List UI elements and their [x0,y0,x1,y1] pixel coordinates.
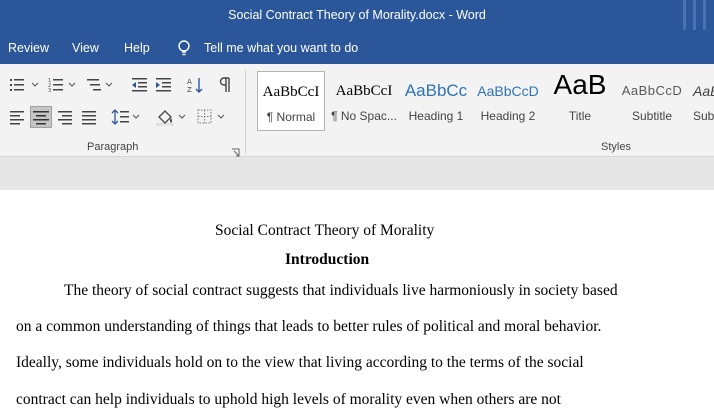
body-line: on a common understanding of things that… [16,318,602,335]
lightbulb-icon [176,39,192,57]
line-spacing-icon[interactable] [111,108,141,126]
titlebar-decoration [683,0,686,30]
style-subtle-emphasis[interactable]: AaB Subt [691,71,714,131]
style-sample: AaBbCcI [335,83,393,99]
ruler-area [0,157,714,190]
styles-gallery: AaBbCcI ¶ Normal AaBbCcI ¶ No Spac... Aa… [255,71,714,133]
styles-group-label: Styles [601,141,631,153]
style-sample: AaB [693,83,714,99]
sort-icon[interactable]: AZ [186,76,206,94]
style-name: ¶ No Spac... [331,109,397,123]
increase-indent-icon[interactable] [154,76,174,94]
style-heading-1[interactable]: AaBbCc Heading 1 [403,71,469,131]
align-right-icon[interactable] [56,108,76,126]
titlebar-decoration [703,0,706,30]
svg-text:A: A [187,78,192,86]
style-name: Subtitle [631,109,673,123]
ribbon-tabs: Review View Help Tell me what you want t… [0,33,714,64]
tab-help[interactable]: Help [124,41,150,55]
decrease-indent-icon[interactable] [130,76,150,94]
titlebar-decoration [693,0,696,30]
tab-review[interactable]: Review [8,41,49,55]
style-name: ¶ Normal [266,110,316,124]
style-sample: AaB [553,71,607,100]
tab-view[interactable]: View [72,41,99,55]
title-bar: Social Contract Theory of Morality.docx … [0,0,714,33]
style-sample: AaBbCc [404,81,468,100]
svg-text:Z: Z [187,86,192,94]
ribbon: 123 AZ Paragraph AaBbCcI ¶ Normal AaBbCc… [0,64,714,157]
style-name: Heading 2 [480,109,536,123]
multilevel-list-icon[interactable] [86,76,116,94]
style-sample: AaBbCcD [477,83,539,99]
align-center-icon[interactable] [30,106,52,128]
numbering-icon[interactable]: 123 [48,76,78,94]
style-title[interactable]: AaB Title [547,71,613,131]
bullets-icon[interactable] [9,76,39,94]
paragraph-group-label: Paragraph [87,141,139,153]
body-line: contract can help individuals to uphold … [16,391,561,408]
dialog-launcher-icon[interactable] [231,144,240,157]
style-subtitle[interactable]: AaBbCcD Subtitle [619,71,685,131]
show-formatting-icon[interactable] [217,76,237,94]
tell-me-search[interactable]: Tell me what you want to do [204,41,358,55]
align-left-icon[interactable] [8,108,28,126]
shading-icon[interactable] [155,108,187,126]
style-name: Subt [693,109,714,123]
style-name: Title [568,109,592,123]
style-sample: AaBbCcI [262,84,320,100]
style-no-spacing[interactable]: AaBbCcI ¶ No Spac... [329,71,399,131]
justify-icon[interactable] [80,108,100,126]
body-line: Ideally, some individuals hold on to the… [16,354,584,371]
body-line: The theory of social contract suggests t… [64,282,618,299]
group-separator [245,70,246,154]
borders-icon[interactable] [196,108,228,126]
window-title: Social Contract Theory of Morality.docx … [228,8,486,22]
style-normal[interactable]: AaBbCcI ¶ Normal [257,71,325,131]
style-heading-2[interactable]: AaBbCcD Heading 2 [475,71,541,131]
section-heading: Introduction [285,251,370,268]
style-sample: AaBbCcD [621,83,683,98]
document-page[interactable]: Social Contract Theory of Morality Intro… [0,190,714,417]
svg-text:3: 3 [48,88,51,94]
style-name: Heading 1 [408,109,464,123]
document-title: Social Contract Theory of Morality [215,222,435,239]
